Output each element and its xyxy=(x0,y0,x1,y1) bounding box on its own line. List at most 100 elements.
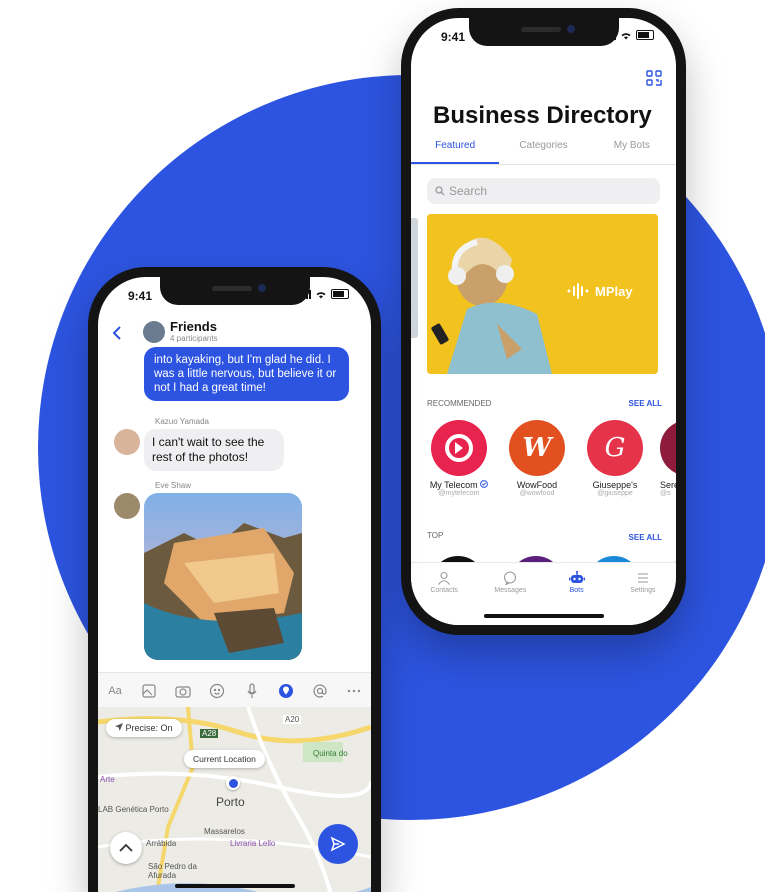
bot-card[interactable]: G Giuseppe's @giuseppe xyxy=(582,420,648,497)
camera-icon[interactable] xyxy=(174,682,192,700)
wifi-icon xyxy=(316,291,326,298)
map-label: São Pedro da Afurada xyxy=(148,862,197,880)
screen: 9:41 Business Directory Featured Categor… xyxy=(411,18,676,625)
map-label: Quinta do xyxy=(313,749,348,758)
photo-message[interactable] xyxy=(144,493,302,660)
top-see-all-link[interactable]: SEE ALL xyxy=(629,533,662,542)
bot-logo-wowfood: W xyxy=(509,420,565,476)
featured-banner[interactable]: MPlay xyxy=(427,214,658,374)
top-label: TOP xyxy=(427,531,444,540)
incoming-message-bubble[interactable]: I can't wait to see the rest of the phot… xyxy=(144,429,284,471)
search-input[interactable]: Search xyxy=(427,178,660,204)
recommended-label: RECOMMENDED xyxy=(427,399,492,408)
status-time: 9:41 xyxy=(128,289,153,303)
notch xyxy=(468,18,619,46)
tab-label: Messages xyxy=(494,587,527,594)
bot-logo-my-telecom xyxy=(431,420,487,476)
bot-handle: @giuseppe xyxy=(597,490,633,497)
battery-icon xyxy=(636,30,654,40)
tab-label: Contacts xyxy=(430,587,458,594)
chat-subtitle: 4 participants xyxy=(170,334,218,343)
group-avatar[interactable] xyxy=(143,321,165,343)
location-icon[interactable] xyxy=(277,682,295,700)
sound-wave-icon xyxy=(567,283,589,299)
qr-code-icon[interactable] xyxy=(646,70,662,86)
phone-chat: 9:41 Friends 4 participants into kayakin… xyxy=(88,267,381,892)
chat-bubble-icon xyxy=(504,571,517,585)
search-placeholder: Search xyxy=(449,184,488,198)
battery-icon xyxy=(331,289,349,299)
current-location-pin[interactable] xyxy=(226,776,240,790)
image-icon[interactable] xyxy=(140,682,158,700)
message-sender: Kazuo Yamada xyxy=(155,417,209,426)
send-icon xyxy=(330,836,346,852)
search-icon xyxy=(435,186,445,196)
map-label: Arrábida xyxy=(146,839,177,848)
precise-location-toggle[interactable]: Precise: On xyxy=(106,719,182,737)
tab-featured[interactable]: Featured xyxy=(411,140,500,164)
telecom-logo-icon xyxy=(445,434,473,462)
outgoing-message-bubble[interactable]: into kayaking, but I'm glad he did. I wa… xyxy=(144,347,349,401)
mplay-logo: MPlay xyxy=(567,282,633,300)
bot-name: Giuseppe's xyxy=(592,480,638,490)
page-title: Business Directory xyxy=(433,102,652,129)
tab-contacts[interactable]: Contacts xyxy=(411,563,477,625)
status-time: 9:41 xyxy=(441,30,466,44)
bot-icon xyxy=(568,571,585,583)
phone-business-directory: 9:41 Business Directory Featured Categor… xyxy=(401,8,686,635)
wifi-icon xyxy=(621,32,631,39)
precise-label: Precise: On xyxy=(125,723,173,733)
avatar[interactable] xyxy=(114,493,140,519)
text-format-icon[interactable]: Aa xyxy=(106,682,124,700)
chat-title: Friends xyxy=(170,319,217,334)
verified-icon xyxy=(480,480,489,488)
bot-card[interactable]: My Telecom @mytelecom xyxy=(426,420,492,497)
map-city-label: Porto xyxy=(216,795,245,809)
expand-map-button[interactable] xyxy=(110,832,142,864)
photo-image xyxy=(144,493,302,660)
tab-label: Settings xyxy=(630,587,656,594)
recommended-see-all-link[interactable]: SEE ALL xyxy=(629,399,662,408)
microphone-icon[interactable] xyxy=(243,682,261,700)
map-label: Arte xyxy=(100,775,115,784)
bot-card[interactable]: W WowFood @wowfood xyxy=(504,420,570,497)
send-button[interactable] xyxy=(318,824,358,864)
notch xyxy=(159,277,310,305)
bot-logo-giuseppes: G xyxy=(587,420,643,476)
bot-name: Sere xyxy=(660,480,676,490)
map-label: LAB Genética Porto xyxy=(98,805,169,814)
tab-label: Bots xyxy=(569,587,584,594)
current-location-label: Current Location xyxy=(184,750,265,768)
composer-toolbar: Aa xyxy=(98,672,371,708)
home-indicator xyxy=(483,614,604,618)
bot-handle: @wowfood xyxy=(519,490,555,497)
bot-handle: @s xyxy=(660,490,671,497)
location-arrow-icon xyxy=(115,723,123,731)
map-road-label: A28 xyxy=(200,729,219,738)
tab-categories[interactable]: Categories xyxy=(499,140,587,164)
screen: 9:41 Friends 4 participants into kayakin… xyxy=(98,277,371,892)
previous-banner-peek[interactable] xyxy=(411,218,418,338)
bot-name: My Telecom xyxy=(429,480,478,490)
tab-bar-top: Featured Categories My Bots xyxy=(411,140,676,165)
back-chevron-icon[interactable] xyxy=(112,325,122,341)
map-label: Massarelos xyxy=(204,827,245,836)
tab-my-bots[interactable]: My Bots xyxy=(588,140,676,164)
avatar[interactable] xyxy=(114,429,140,455)
message-sender: Eve Shaw xyxy=(155,481,192,490)
mention-icon[interactable] xyxy=(311,682,329,700)
person-icon xyxy=(438,571,451,585)
bot-name: WowFood xyxy=(516,480,558,490)
bot-handle: @mytelecom xyxy=(438,490,480,497)
sticker-icon[interactable] xyxy=(208,682,226,700)
menu-icon xyxy=(637,573,648,583)
bot-logo-sere xyxy=(660,420,676,476)
home-indicator xyxy=(174,884,295,888)
chevron-up-icon xyxy=(119,843,133,852)
tab-settings[interactable]: Settings xyxy=(610,563,676,625)
map-road-label: A20 xyxy=(283,715,302,724)
bot-card[interactable]: Sere @s xyxy=(660,420,676,497)
more-icon[interactable] xyxy=(345,682,363,700)
map-view[interactable]: Precise: On Current Location Porto Quint… xyxy=(98,707,371,892)
map-label: Livraria Lello xyxy=(230,839,276,848)
